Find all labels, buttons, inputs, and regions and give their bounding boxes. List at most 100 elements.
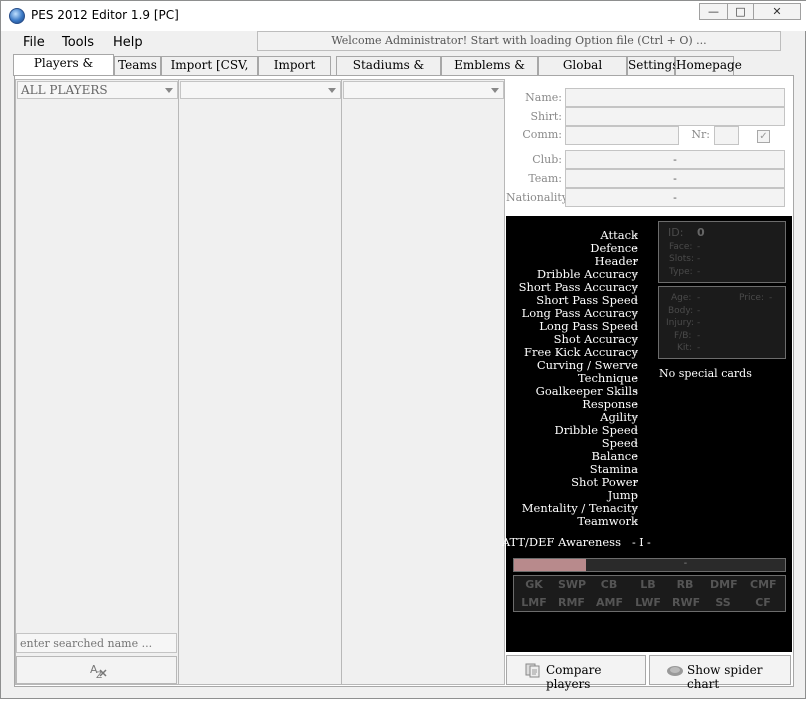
price-label: Price: [739,293,764,303]
type-value: - [697,267,701,277]
nr-field[interactable] [714,126,739,145]
player-filter-select[interactable]: ALL PLAYERS [17,81,178,99]
tab-settings[interactable]: Settings [627,56,678,75]
comm-label: Comm: [522,128,562,141]
stat-value: - [634,462,638,475]
name-field[interactable] [565,88,785,107]
clear-filter-icon: A Z [90,663,107,680]
minimize-button[interactable]: — [699,3,728,20]
window-title: PES 2012 Editor 1.9 [PC] [31,8,179,22]
att-def-awareness-value: - I - [632,536,651,549]
position-gk[interactable]: GK [521,578,547,591]
stat-label: Dribble Speed [554,423,638,437]
stat-value: - [634,423,638,436]
stat-value: - [634,358,638,371]
stat-label: Free Kick Accuracy [524,345,638,359]
face-value: - [697,242,701,252]
compare-players-button[interactable]: Compare players [506,655,646,691]
tab-global-functions[interactable]: Global functions [538,56,627,89]
stat-label: Shot Accuracy [553,332,638,346]
position-rb[interactable]: RB [672,578,698,591]
shirt-field[interactable] [565,107,785,126]
stat-value: - [634,501,638,514]
menu-help[interactable]: Help [113,35,143,50]
menu-file[interactable]: File [23,35,45,50]
nr-checkbox[interactable]: ✓ [757,130,770,143]
tab-stadiums-leagues[interactable]: Stadiums & Leagues [336,56,441,89]
team-field: - [565,169,785,188]
club-field: - [565,150,785,169]
team-filter-select[interactable] [343,81,504,99]
shirt-label: Shirt: [530,110,562,123]
stat-label: Short Pass Speed [536,293,638,307]
position-rwf[interactable]: RWF [672,596,700,609]
tab-emblems-tools[interactable]: Emblems & Tools [441,56,538,89]
position-amf[interactable]: AMF [596,596,623,609]
players-list[interactable] [17,100,178,630]
stat-value: - [634,449,638,462]
tab-import-of2[interactable]: Import [OF2] [258,56,331,89]
close-button[interactable]: ✕ [753,3,801,20]
spider-chart-icon [667,666,683,676]
nationality-field: - [565,188,785,207]
maximize-button[interactable]: □ [727,3,754,20]
stat-label: Stamina [589,462,638,476]
spider-chart-button[interactable]: Show spider chart [649,655,791,691]
clear-search-button[interactable]: A Z [16,656,177,684]
stat-label: Defence [590,241,638,255]
fb-label: F/B: [674,331,692,341]
body-label: Body: [668,306,694,316]
position-rating-value: - [683,558,688,569]
id-label: ID: [668,226,684,239]
position-rating-bar: - [513,558,786,572]
stat-value: - [634,319,638,332]
position-dmf[interactable]: DMF [710,578,738,591]
stat-label: Curving / Swerve [536,358,638,372]
position-ss[interactable]: SS [710,596,736,609]
position-swp[interactable]: SWP [558,578,586,591]
stat-label: Long Pass Accuracy [521,306,638,320]
position-cf[interactable]: CF [750,596,776,609]
stat-value: - [634,306,638,319]
age-value: - [697,293,701,303]
position-lmf[interactable]: LMF [521,596,547,609]
id-box: ID: 0 Face: - Slots: - Type: - [658,221,786,283]
stat-value: - [634,241,638,254]
tab-teams[interactable]: Teams [114,56,161,75]
stat-label: Technique [577,371,638,385]
menu-tools[interactable]: Tools [62,35,94,50]
stat-value: - [634,488,638,501]
injury-value: - [697,318,701,328]
stat-value: - [634,410,638,423]
comm-field[interactable] [565,126,679,145]
tab-players-transfers[interactable]: Players & Transfers [13,54,114,87]
tab-import-csv-fm[interactable]: Import [CSV, FM] [161,56,258,89]
tab-homepage[interactable]: Homepage [675,56,742,75]
position-cmf[interactable]: CMF [750,578,777,591]
position-rmf[interactable]: RMF [558,596,585,609]
position-lb[interactable]: LB [635,578,661,591]
stat-value: - [634,267,638,280]
title-bar: PES 2012 Editor 1.9 [PC] — □ ✕ [1,1,807,31]
team-label: Team: [528,172,562,185]
position-lwf[interactable]: LWF [635,596,661,609]
body-value: - [697,306,701,316]
stat-value: - [634,397,638,410]
teams-list[interactable] [343,100,504,682]
age-label: Age: [671,293,692,303]
stat-value: - [634,293,638,306]
stat-value: - [634,228,638,241]
stat-label: Dribble Accuracy [536,267,638,281]
chevron-down-icon [165,88,173,93]
player-search-input[interactable] [16,633,177,653]
type-label: Type: [669,267,693,277]
stat-label: Header [594,254,638,268]
clubs-list[interactable] [180,100,341,682]
club-filter-select[interactable] [180,81,341,99]
stat-value: - [634,514,638,527]
position-cb[interactable]: CB [596,578,622,591]
stat-value: - [634,475,638,488]
att-def-awareness-label: ATT/DEF Awareness [501,535,621,549]
stat-value: - [634,345,638,358]
id-value: 0 [697,226,705,239]
